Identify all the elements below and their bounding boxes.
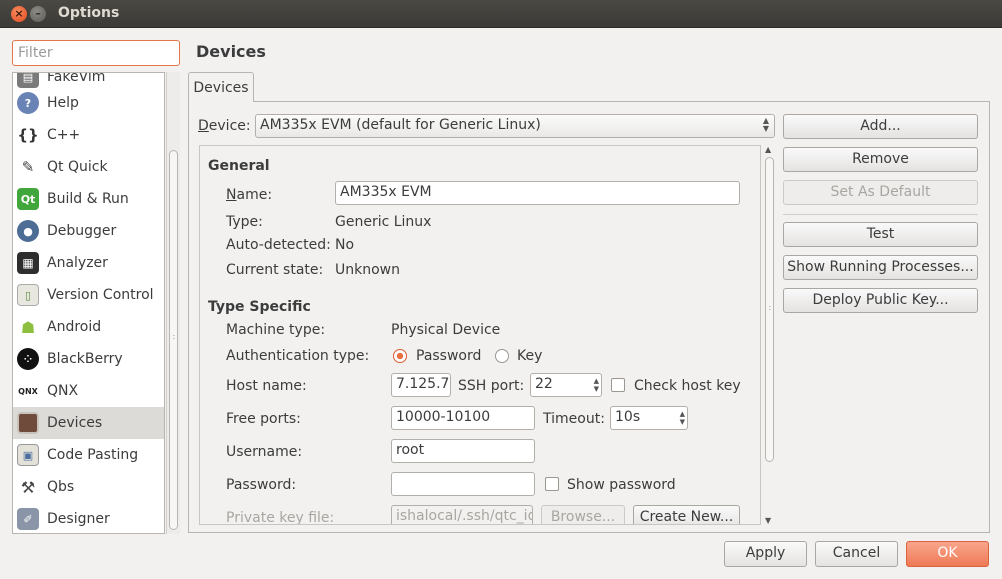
analyzer-icon: ▦	[17, 252, 39, 274]
auth-key-label[interactable]: Key	[517, 348, 542, 364]
authentication-type-label: Authentication type:	[226, 348, 370, 364]
settings-scrollbar[interactable]: ▲ : ▼	[763, 145, 776, 525]
name-label: Name:	[226, 187, 273, 203]
actions-divider	[783, 214, 978, 215]
build-run-icon: Qt	[17, 188, 39, 210]
help-icon: ?	[17, 92, 39, 114]
cancel-button[interactable]: Cancel	[815, 541, 898, 567]
auth-key-radio[interactable]	[495, 349, 509, 363]
qbs-hammer-icon: ⚒	[17, 476, 39, 498]
device-combo[interactable]: AM335x EVM (default for Generic Linux) ▲…	[255, 114, 775, 138]
show-password-label[interactable]: Show password	[567, 477, 676, 493]
current-state-value: Unknown	[335, 262, 400, 278]
category-item-code-pasting[interactable]: ▣ Code Pasting	[13, 439, 164, 471]
category-item-blackberry[interactable]: ⁘ BlackBerry	[13, 343, 164, 375]
auto-detected-label: Auto-detected:	[226, 237, 331, 253]
device-combo-value: AM335x EVM (default for Generic Linux)	[260, 117, 541, 133]
category-list-scrollbar[interactable]: :	[166, 72, 180, 534]
host-name-input[interactable]: 7.125.72	[391, 373, 451, 397]
android-icon: ☗	[17, 316, 39, 338]
ssh-port-label: SSH port:	[458, 378, 525, 394]
remove-device-button[interactable]: Remove	[783, 147, 978, 172]
cpp-braces-icon: {}	[17, 124, 39, 146]
password-label: Password:	[226, 477, 297, 493]
add-device-button[interactable]: Add...	[783, 114, 978, 139]
free-ports-label: Free ports:	[226, 411, 301, 427]
qt-quick-icon: ✎	[17, 156, 39, 178]
device-name-input[interactable]: AM335x EVM	[335, 181, 740, 205]
timeout-spin-arrows-icon[interactable]: ▲ ▼	[680, 410, 685, 426]
ssh-port-spinbox[interactable]: 22 ▲ ▼	[530, 373, 602, 397]
password-input[interactable]	[391, 472, 535, 496]
category-list: ▤ FakeVim ? Help {} C++ ✎ Qt Quick Qt Bu…	[12, 72, 165, 534]
close-window-icon[interactable]: ×	[11, 6, 27, 22]
type-label: Type:	[226, 214, 263, 230]
create-new-key-button[interactable]: Create New...	[633, 505, 740, 524]
devices-icon	[17, 412, 39, 434]
type-value: Generic Linux	[335, 214, 432, 230]
show-password-checkbox[interactable]	[545, 477, 559, 491]
ssh-port-value: 22	[535, 376, 553, 392]
category-item-devices[interactable]: Devices	[13, 407, 164, 439]
timeout-label: Timeout:	[543, 411, 605, 427]
check-host-key-label[interactable]: Check host key	[634, 378, 741, 394]
category-item-build-run[interactable]: Qt Build & Run	[13, 183, 164, 215]
category-item-designer[interactable]: ✐ Designer	[13, 503, 164, 533]
free-ports-input[interactable]: 10000-10100	[391, 406, 535, 430]
auth-password-label[interactable]: Password	[416, 348, 481, 364]
category-item-debugger[interactable]: ● Debugger	[13, 215, 164, 247]
timeout-value: 10s	[615, 409, 641, 425]
category-item-qbs[interactable]: ⚒ Qbs	[13, 471, 164, 503]
machine-type-label: Machine type:	[226, 322, 326, 338]
private-key-file-input[interactable]: ishalocal/.ssh/qtc_id	[391, 505, 533, 524]
category-item-version-control[interactable]: ▯ Version Control	[13, 279, 164, 311]
device-settings-area: General Name: AM335x EVM Type: Generic L…	[199, 145, 761, 525]
check-host-key-checkbox[interactable]	[611, 378, 625, 392]
auth-password-radio[interactable]	[393, 349, 407, 363]
scroll-down-icon[interactable]: ▼	[765, 516, 771, 525]
test-device-button[interactable]: Test	[783, 222, 978, 247]
debugger-icon: ●	[17, 220, 39, 242]
settings-scroll-thumb[interactable]: :	[765, 157, 774, 462]
browse-key-button[interactable]: Browse...	[541, 505, 625, 524]
combo-arrows-icon: ▲ ▼	[762, 116, 769, 133]
minimize-window-icon[interactable]: –	[30, 6, 46, 22]
username-input[interactable]: root	[391, 439, 535, 463]
private-key-file-label: Private key file:	[226, 510, 335, 525]
current-state-label: Current state:	[226, 262, 324, 278]
username-label: Username:	[226, 444, 303, 460]
qnx-icon: QNX	[17, 380, 39, 402]
machine-type-value: Physical Device	[391, 322, 501, 338]
filter-input[interactable]	[12, 40, 180, 66]
category-list-scroll-thumb[interactable]: :	[169, 150, 178, 530]
type-specific-section-title: Type Specific	[208, 299, 311, 315]
device-label: Device:	[198, 118, 251, 134]
show-running-processes-button[interactable]: Show Running Processes...	[783, 255, 978, 280]
category-item-cpp[interactable]: {} C++	[13, 119, 164, 151]
fakevim-icon: ▤	[17, 73, 39, 88]
apply-button[interactable]: Apply	[724, 541, 807, 567]
window-title: Options	[58, 5, 120, 21]
version-control-icon: ▯	[17, 284, 39, 306]
host-name-label: Host name:	[226, 378, 307, 394]
tab-devices[interactable]: Devices	[188, 72, 254, 102]
designer-icon: ✐	[17, 508, 39, 530]
code-pasting-icon: ▣	[17, 444, 39, 466]
category-item-analyzer[interactable]: ▦ Analyzer	[13, 247, 164, 279]
category-item-qnx[interactable]: QNX QNX	[13, 375, 164, 407]
category-item-help[interactable]: ? Help	[13, 87, 164, 119]
category-item-qt-quick[interactable]: ✎ Qt Quick	[13, 151, 164, 183]
page-title: Devices	[196, 42, 266, 61]
auto-detected-value: No	[335, 237, 355, 253]
set-as-default-button[interactable]: Set As Default	[783, 180, 978, 205]
category-item-android[interactable]: ☗ Android	[13, 311, 164, 343]
deploy-public-key-button[interactable]: Deploy Public Key...	[783, 288, 978, 313]
ok-button[interactable]: OK	[906, 541, 989, 567]
scroll-up-icon[interactable]: ▲	[765, 145, 771, 154]
general-section-title: General	[208, 158, 270, 174]
timeout-spinbox[interactable]: 10s ▲ ▼	[610, 406, 688, 430]
spin-arrows-icon[interactable]: ▲ ▼	[594, 377, 599, 393]
blackberry-icon: ⁘	[17, 348, 39, 370]
title-bar: × – Options	[0, 0, 1002, 28]
